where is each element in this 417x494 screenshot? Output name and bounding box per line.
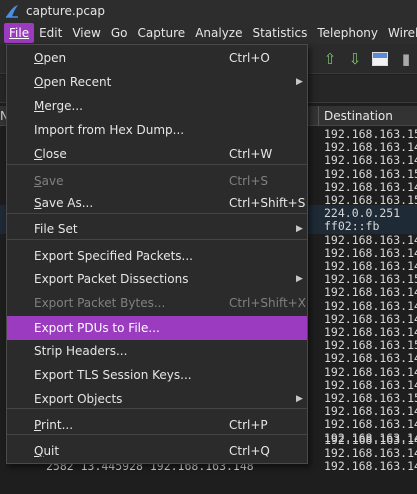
menu-bar: File Edit View Go Capture Analyze Statis… — [0, 22, 417, 44]
menu-telephony[interactable]: Telephony — [312, 23, 383, 43]
window-title: capture.pcap — [26, 4, 105, 18]
menu-statistics[interactable]: Statistics — [247, 23, 312, 43]
menu-item-label: Save — [34, 174, 64, 188]
menu-item-print[interactable]: Print... Ctrl+P — [7, 413, 307, 437]
menu-item-label: Export TLS Session Keys... — [34, 368, 192, 382]
menu-item-shortcut: Ctrl+Q — [229, 444, 270, 458]
go-down-icon[interactable]: ⇩ — [345, 49, 365, 69]
menu-item-shortcut: Ctrl+P — [229, 418, 268, 432]
submenu-arrow-icon: ▶ — [296, 274, 303, 284]
menu-item-shortcut: Ctrl+Shift+S — [229, 196, 306, 210]
menu-item-strip-headers[interactable]: Strip Headers... — [7, 339, 307, 363]
menu-item-label: Print... — [34, 418, 74, 432]
menu-item-label: Strip Headers... — [34, 344, 128, 358]
menu-item-label: Import from Hex Dump... — [34, 123, 185, 137]
menu-wireless[interactable]: Wireless — [383, 23, 417, 43]
more-icon[interactable]: ▮ — [396, 49, 416, 69]
menu-item-label: Export Packet Dissections — [34, 272, 189, 286]
menu-item-shortcut: Ctrl+W — [229, 147, 273, 161]
menu-go[interactable]: Go — [106, 23, 133, 43]
submenu-arrow-icon: ▶ — [296, 77, 303, 87]
menu-item-open[interactable]: Open Ctrl+O — [7, 46, 307, 70]
title-bar: capture.pcap — [0, 0, 417, 22]
menu-item-label: Close — [34, 147, 67, 161]
menu-item-export-pdus[interactable]: Export PDUs to File... — [7, 316, 307, 340]
menu-edit[interactable]: Edit — [34, 23, 67, 43]
menu-item-label: File Set — [34, 222, 78, 236]
menu-item-label: Open — [34, 51, 67, 65]
menu-item-shortcut: Ctrl+S — [229, 174, 269, 188]
file-menu: Open Ctrl+O Open Recent ▶ Merge... Import fro… — [6, 44, 308, 464]
wireshark-logo-icon — [6, 5, 18, 18]
packet-destination: 192.168.163.14 — [324, 459, 417, 473]
menu-item-label: Export PDUs to File... — [34, 321, 160, 335]
menu-file[interactable]: File — [4, 23, 35, 43]
menu-item-shortcut: Ctrl+Shift+X — [229, 296, 306, 310]
menu-item-import-hex-dump[interactable]: Import from Hex Dump... — [7, 118, 307, 142]
menu-file-label: File — [9, 26, 30, 40]
menu-item-label: Merge... — [34, 99, 83, 113]
menu-analyze[interactable]: Analyze — [190, 23, 247, 43]
menu-item-close[interactable]: Close Ctrl+W — [7, 142, 307, 166]
menu-item-export-objects[interactable]: Export Objects ▶ — [7, 387, 307, 411]
menu-item-export-packet-bytes: Export Packet Bytes... Ctrl+Shift+X — [7, 291, 307, 315]
menu-item-save: Save Ctrl+S — [7, 169, 307, 193]
menu-item-merge[interactable]: Merge... — [7, 94, 307, 118]
menu-item-file-set[interactable]: File Set ▶ — [7, 217, 307, 241]
menu-item-export-tls-keys[interactable]: Export TLS Session Keys... — [7, 363, 307, 387]
submenu-arrow-icon: ▶ — [296, 394, 303, 404]
menu-item-quit[interactable]: Quit Ctrl+Q — [7, 439, 307, 463]
menu-view[interactable]: View — [67, 23, 105, 43]
menu-item-label: Open Recent — [34, 75, 112, 89]
column-header-destination[interactable]: Destination — [318, 106, 417, 126]
menu-item-label: Export Packet Bytes... — [34, 296, 166, 310]
go-up-icon[interactable]: ⇧ — [320, 49, 340, 69]
menu-item-shortcut: Ctrl+O — [229, 51, 270, 65]
column-header-number[interactable]: N — [0, 106, 9, 126]
colorize-icon[interactable] — [370, 49, 390, 69]
menu-item-save-as[interactable]: Save As... Ctrl+Shift+S — [7, 191, 307, 215]
menu-capture[interactable]: Capture — [132, 23, 190, 43]
menu-item-label: Export Specified Packets... — [34, 249, 193, 263]
menu-item-export-packet-dissections[interactable]: Export Packet Dissections ▶ — [7, 267, 307, 291]
menu-item-label: Export Objects — [34, 392, 123, 406]
menu-item-export-specified-packets[interactable]: Export Specified Packets... — [7, 244, 307, 268]
menu-item-label: Save As... — [34, 196, 94, 210]
menu-item-label: Quit — [34, 444, 60, 458]
menu-item-open-recent[interactable]: Open Recent ▶ — [7, 70, 307, 94]
submenu-arrow-icon: ▶ — [296, 224, 303, 234]
